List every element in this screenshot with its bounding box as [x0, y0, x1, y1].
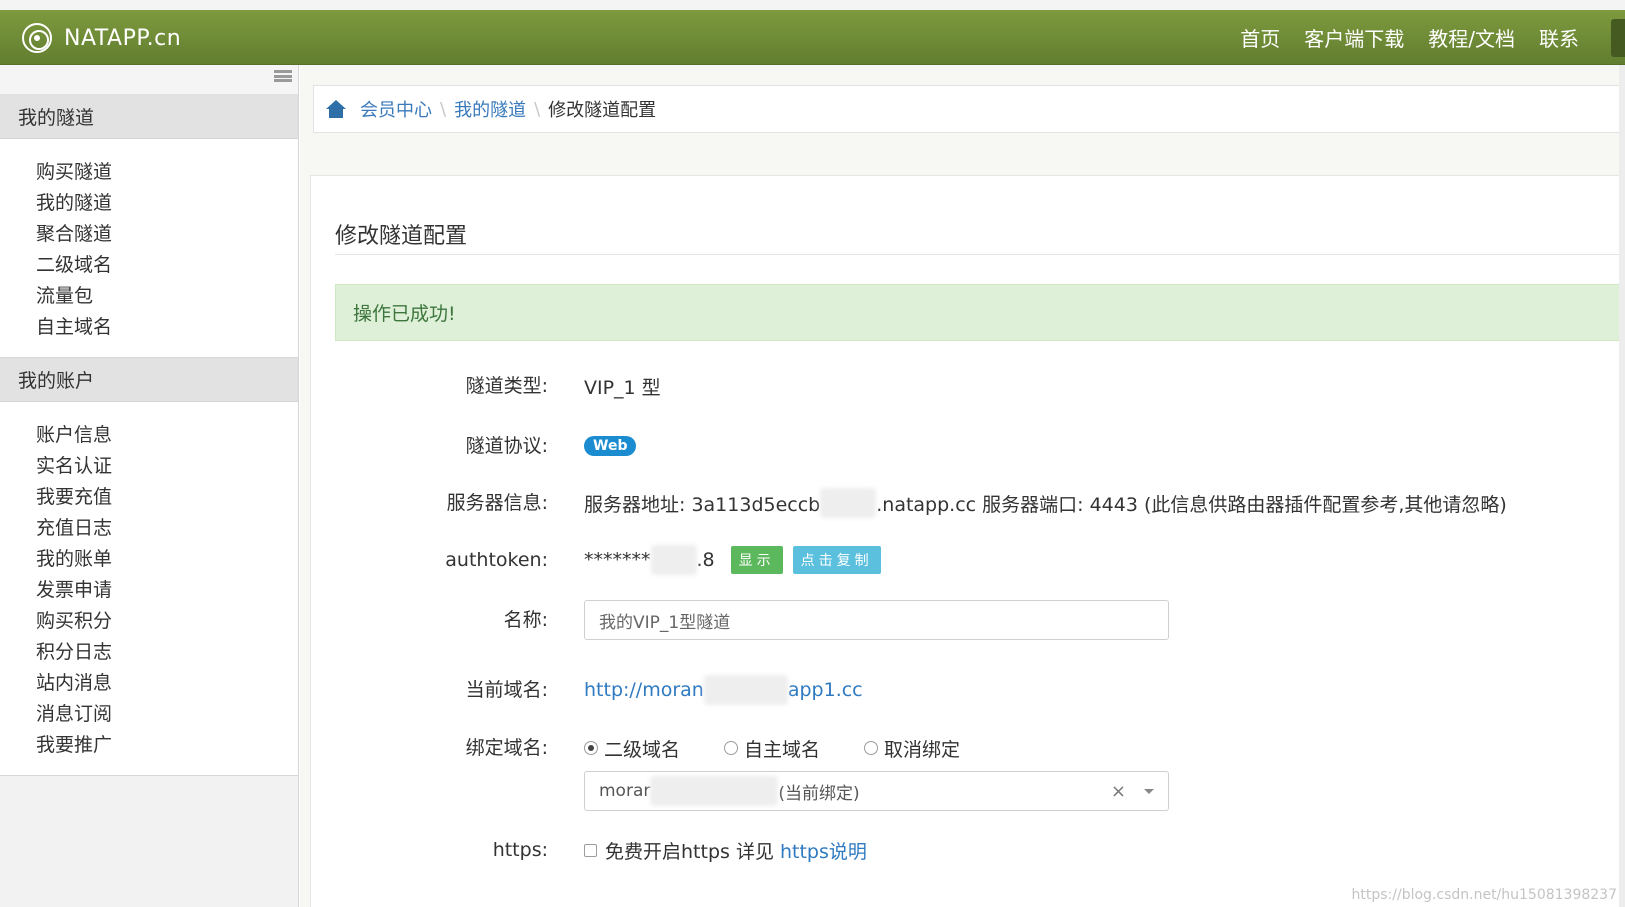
authtoken-masked: *******	[584, 549, 651, 571]
sidebar-item-account-info[interactable]: 账户信息	[0, 420, 298, 451]
sidebar-item-recharge-log[interactable]: 充值日志	[0, 513, 298, 544]
sidebar-section-account[interactable]: 我的账户	[0, 358, 298, 402]
row-bind-domain-select: morar (当前绑定) ×	[311, 771, 1625, 811]
breadcrumb-separator: \	[440, 98, 447, 120]
breadcrumb-separator: \	[534, 98, 541, 120]
redacted-blur	[650, 545, 697, 575]
sidebar-item-invoice[interactable]: 发票申请	[0, 575, 298, 606]
https-label: https:	[492, 839, 548, 861]
page-title: 修改隧道配置	[335, 224, 468, 249]
sidebar-item-custom-domain[interactable]: 自主域名	[0, 312, 298, 343]
radio-subdomain-input[interactable]	[584, 741, 598, 755]
sidebar-item-buy-points[interactable]: 购买积分	[0, 606, 298, 637]
watermark: https://blog.csdn.net/hu15081398237	[1351, 887, 1617, 903]
redacted-blur	[820, 488, 877, 518]
radio-custom-domain-input[interactable]	[724, 741, 739, 755]
https-help-link[interactable]: https说明	[780, 837, 867, 864]
breadcrumb: 会员中心 \ 我的隧道 \ 修改隧道配置	[313, 85, 1625, 133]
sidebar-item-my-tunnels[interactable]: 我的隧道	[0, 188, 298, 219]
server-info-label: 服务器信息:	[446, 492, 548, 514]
sidebar-item-subdomain[interactable]: 二级域名	[0, 250, 298, 281]
sidebar-item-promote[interactable]: 我要推广	[0, 730, 298, 761]
title-divider	[335, 254, 1625, 255]
top-navbar: NATAPP.cn 首页 客户端下载 教程/文档 联系	[0, 10, 1625, 65]
sidebar-item-aggregate-tunnel[interactable]: 聚合隧道	[0, 219, 298, 250]
nav-link-docs[interactable]: 教程/文档	[1428, 23, 1515, 52]
copy-token-button[interactable]: 点击复制	[792, 546, 881, 574]
https-text: 免费开启https 详见	[605, 840, 774, 863]
bind-domain-label: 绑定域名:	[465, 737, 548, 759]
redacted-blur	[650, 776, 779, 806]
brand-name: NATAPP.cn	[64, 25, 182, 51]
breadcrumb-current: 修改隧道配置	[548, 100, 657, 121]
tunnel-name-input[interactable]	[584, 600, 1169, 640]
sidebar-item-bills[interactable]: 我的账单	[0, 544, 298, 575]
sidebar-collapse-bar	[0, 65, 298, 95]
server-address-prefix: 服务器地址: 3a113d5eccb	[584, 493, 821, 516]
row-name: 名称:	[311, 600, 1625, 640]
home-icon[interactable]	[326, 100, 346, 118]
sidebar-item-messages[interactable]: 站内消息	[0, 668, 298, 699]
sidebar-item-points-log[interactable]: 积分日志	[0, 637, 298, 668]
top-strip	[0, 0, 1625, 10]
tunnel-type-label: 隧道类型:	[465, 375, 548, 397]
authtoken-label: authtoken:	[445, 549, 548, 571]
row-authtoken: authtoken: ******* .8 显示 点击复制	[311, 540, 1625, 580]
row-tunnel-type: 隧道类型: VIP_1 型	[311, 366, 1625, 406]
radio-custom-domain[interactable]: 自主域名	[724, 735, 820, 762]
sidebar-item-subscriptions[interactable]: 消息订阅	[0, 699, 298, 730]
sidebar-section-tunnels[interactable]: 我的隧道	[0, 95, 298, 139]
menu-collapse-icon[interactable]	[274, 70, 292, 82]
server-address-suffix: .natapp.cc 服务器端口: 4443 (此信息供路由器插件配置参考,其他…	[876, 493, 1507, 516]
sidebar-tunnel-menu: 购买隧道 我的隧道 聚合隧道 二级域名 流量包 自主域名	[0, 139, 298, 358]
breadcrumb-my-tunnels[interactable]: 我的隧道	[454, 96, 526, 122]
radio-unbind[interactable]: 取消绑定	[864, 735, 960, 762]
nav-links: 首页 客户端下载 教程/文档 联系	[1216, 10, 1579, 65]
nav-link-download[interactable]: 客户端下载	[1304, 23, 1404, 52]
nav-link-contact[interactable]: 联系	[1539, 23, 1579, 52]
sidebar: 我的隧道 购买隧道 我的隧道 聚合隧道 二级域名 流量包 自主域名 我的账户 账…	[0, 65, 299, 907]
row-tunnel-protocol: 隧道协议: Web	[311, 426, 1625, 466]
select-value-prefix: morar	[599, 781, 651, 801]
sidebar-account-menu: 账户信息 实名认证 我要充值 充值日志 我的账单 发票申请 购买积分 积分日志 …	[0, 402, 298, 776]
brand[interactable]: NATAPP.cn	[22, 21, 181, 55]
tunnel-type-value: VIP_1 型	[584, 376, 661, 399]
main-content: 会员中心 \ 我的隧道 \ 修改隧道配置 修改隧道配置 操作已成功! 隧道类型:…	[300, 65, 1625, 907]
current-domain-link-end[interactable]: app1.cc	[788, 679, 863, 701]
select-value-suffix: (当前绑定)	[778, 783, 860, 804]
sidebar-item-traffic-pack[interactable]: 流量包	[0, 281, 298, 312]
name-label: 名称:	[503, 609, 548, 631]
row-https: https: 免费开启https 详见 https说明	[311, 830, 1625, 870]
redacted-blur	[703, 675, 788, 705]
show-token-button[interactable]: 显示	[730, 546, 783, 574]
nav-link-home[interactable]: 首页	[1240, 23, 1280, 52]
sidebar-item-verification[interactable]: 实名认证	[0, 451, 298, 482]
radio-unbind-input[interactable]	[864, 741, 879, 755]
authtoken-tail: .8	[696, 549, 715, 571]
clear-selection-icon[interactable]: ×	[1111, 781, 1126, 802]
radio-subdomain[interactable]: 二级域名	[584, 735, 680, 762]
natapp-logo-icon	[22, 23, 52, 53]
row-current-domain: 当前域名: http://moran app1.cc	[311, 670, 1625, 710]
tunnel-config-card: 修改隧道配置 操作已成功! 隧道类型: VIP_1 型 隧道协议: Web 服务…	[310, 175, 1625, 907]
radio-custom-domain-label: 自主域名	[744, 738, 821, 761]
row-bind-domain: 绑定域名: 二级域名 自主域名 取消绑定	[311, 728, 1625, 768]
current-domain-label: 当前域名:	[465, 679, 548, 701]
sidebar-item-buy-tunnel[interactable]: 购买隧道	[0, 157, 298, 188]
row-server-info: 服务器信息: 服务器地址: 3a113d5eccb .natapp.cc 服务器…	[311, 483, 1625, 523]
protocol-badge: Web	[584, 436, 637, 456]
https-checkbox[interactable]	[584, 843, 597, 857]
page-scrollbar[interactable]	[1619, 65, 1625, 907]
sidebar-item-recharge[interactable]: 我要充值	[0, 482, 298, 513]
current-domain-link-start[interactable]: http://moran	[584, 679, 704, 701]
bind-domain-select[interactable]: morar (当前绑定) ×	[584, 771, 1169, 811]
tunnel-protocol-label: 隧道协议:	[465, 435, 548, 457]
breadcrumb-member-center[interactable]: 会员中心	[360, 96, 432, 122]
nav-user-button-edge[interactable]	[1611, 19, 1625, 57]
success-alert-text: 操作已成功!	[353, 303, 456, 325]
radio-unbind-label: 取消绑定	[884, 738, 961, 761]
radio-subdomain-label: 二级域名	[604, 738, 681, 761]
chevron-down-icon[interactable]	[1144, 789, 1154, 794]
success-alert: 操作已成功!	[335, 284, 1625, 341]
